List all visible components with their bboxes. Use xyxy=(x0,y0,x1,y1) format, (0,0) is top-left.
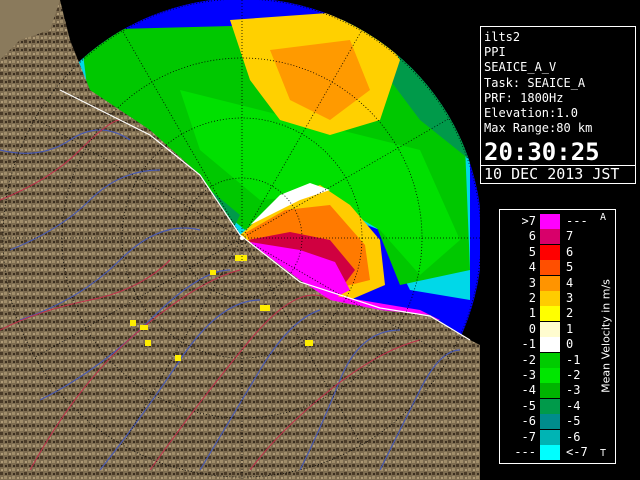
observation-date: 10 DEC 2013 JST xyxy=(481,165,635,183)
legend-row: -7 -6 xyxy=(500,429,580,445)
elevation-value: Elevation:1.0 xyxy=(484,106,578,121)
legend-color-swatch xyxy=(540,352,560,368)
legend-upper-bound: -2 xyxy=(566,368,581,382)
legend-title-bar: A Mean Velocity in m/s T xyxy=(596,210,616,463)
legend-row: 34 xyxy=(500,275,573,291)
legend-row: 45 xyxy=(500,260,573,276)
legend-color-swatch xyxy=(540,321,560,337)
product-type: PPI xyxy=(484,45,506,60)
info-panel: ilts2 PPI SEAICE_A_V Task: SEAICE_A PRF:… xyxy=(480,26,636,184)
legend-upper-bound: 6 xyxy=(566,244,574,259)
legend-color-swatch xyxy=(540,445,560,460)
legend-lower-bound: -5 xyxy=(521,398,536,413)
legend-row: 56 xyxy=(500,244,573,260)
legend-lower-bound: 1 xyxy=(528,306,536,321)
radar-ppi-map xyxy=(0,0,480,480)
legend-upper-bound: 4 xyxy=(566,275,574,290)
legend-upper-bound: 5 xyxy=(566,260,574,275)
legend-upper-bound: 1 xyxy=(566,321,574,336)
legend-color-swatch xyxy=(540,414,560,430)
prf-value: PRF: 1800Hz xyxy=(484,90,564,105)
legend-lower-bound: -3 xyxy=(521,368,536,382)
legend-upper-bound: 0 xyxy=(566,337,574,352)
legend-row: -4 -3 xyxy=(500,383,580,399)
legend-lower-bound: >7 xyxy=(521,214,536,228)
legend-upper-bound: -1 xyxy=(566,352,581,367)
legend-upper-bound: 7 xyxy=(566,229,574,244)
legend-upper-bound: -5 xyxy=(566,414,581,429)
legend-color-swatch xyxy=(540,291,560,306)
legend-row: 23 xyxy=(500,291,573,306)
legend-lower-bound: 6 xyxy=(528,229,536,244)
legend-color-swatch xyxy=(540,368,560,383)
legend-upper-bound: 3 xyxy=(566,291,574,305)
legend-row: -3 -2 xyxy=(500,368,580,383)
legend-upper-bound: 2 xyxy=(566,306,574,321)
legend-lower-bound: -6 xyxy=(521,414,536,429)
legend-lower-bound: -1 xyxy=(521,337,536,352)
legend-upper-bound: <-7 xyxy=(566,445,588,459)
legend-color-swatch xyxy=(540,306,560,322)
legend-upper-bound: -6 xyxy=(566,429,581,444)
legend-upper-bound: --- xyxy=(566,214,588,228)
station-name: ilts2 xyxy=(484,30,521,44)
legend-row: >7 --- xyxy=(500,214,588,229)
legend-lower-bound: 5 xyxy=(528,244,536,259)
legend-lower-bound: 3 xyxy=(528,275,536,290)
velocity-legend: >7 --- 6 7 5 6 4 5 3 4 2 3 1 2 0 1 -1 0 -2 -1 -3 -2 -4 -3 -5 -4 -6… xyxy=(499,209,616,464)
legend-lower-bound: -7 xyxy=(521,429,536,444)
legend-color-swatch xyxy=(540,275,560,291)
legend-lower-bound: -4 xyxy=(521,383,536,398)
max-range-value: Max Range:80 km xyxy=(484,121,593,136)
legend-row: --- <-7 xyxy=(500,445,588,460)
legend-row: -5 -4 xyxy=(500,398,580,414)
legend-row: -2 -1 xyxy=(500,352,580,368)
legend-row: 67 xyxy=(500,229,573,245)
radar-site-marker xyxy=(240,236,244,240)
task-line: Task: SEAICE_A xyxy=(484,75,586,90)
legend-lower-bound: 0 xyxy=(528,321,536,336)
legend-color-swatch xyxy=(540,398,560,414)
legend-lower-bound: --- xyxy=(514,445,536,459)
task-name: SEAICE_A_V xyxy=(484,60,557,75)
legend-row: -6 -5 xyxy=(500,414,580,430)
legend-title: Mean Velocity in m/s xyxy=(599,279,613,393)
legend-lower-bound: -2 xyxy=(521,352,536,367)
legend-row: -1 0 xyxy=(500,337,573,353)
legend-row: 01 xyxy=(500,321,573,337)
legend-color-swatch xyxy=(540,383,560,399)
observation-time: 20:30:25 xyxy=(484,138,600,167)
legend-color-swatch xyxy=(540,229,560,245)
legend-lower-bound: 4 xyxy=(528,260,536,275)
legend-color-swatch xyxy=(540,429,560,445)
legend-color-swatch xyxy=(540,214,560,229)
legend-lower-bound: 2 xyxy=(528,291,536,305)
legend-bottom-marker: T xyxy=(600,448,607,459)
legend-top-marker: A xyxy=(600,212,607,223)
legend-color-swatch xyxy=(540,337,560,353)
legend-upper-bound: -3 xyxy=(566,383,581,398)
legend-color-swatch xyxy=(540,260,560,276)
legend-color-swatch xyxy=(540,244,560,260)
legend-row: 12 xyxy=(500,306,573,322)
legend-upper-bound: -4 xyxy=(566,398,581,413)
